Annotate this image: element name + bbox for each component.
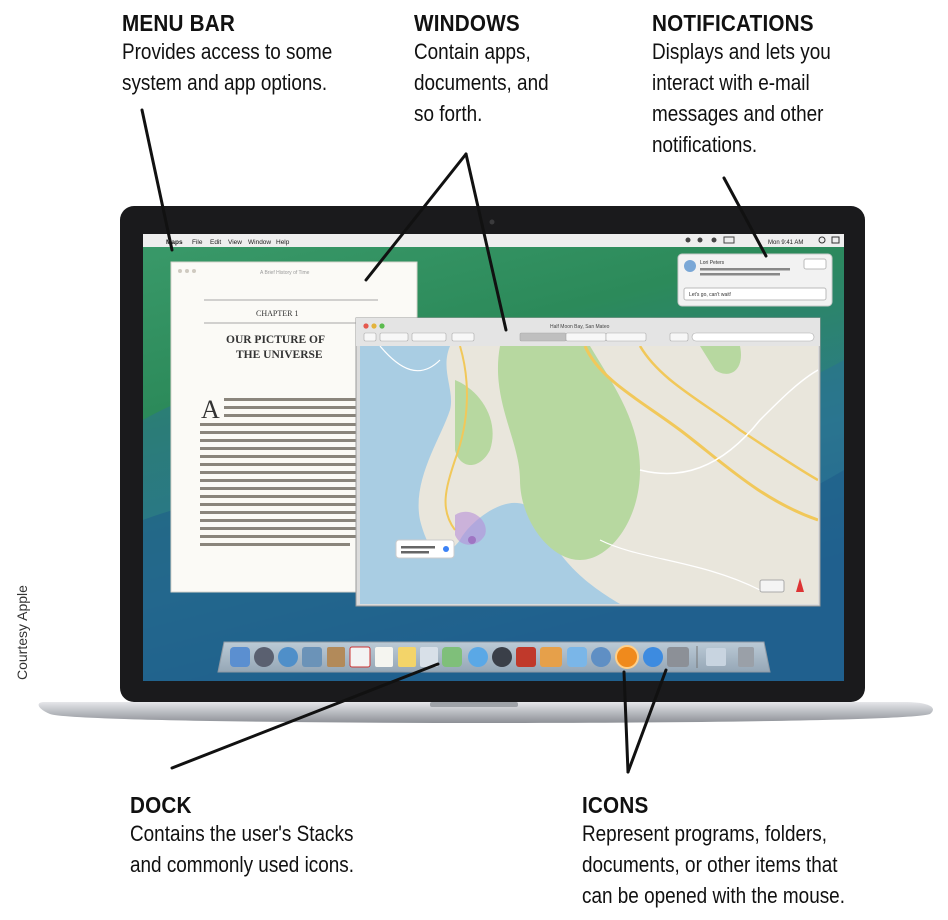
text-line — [200, 527, 356, 530]
window-minimize-button[interactable] — [371, 323, 377, 329]
map-view[interactable] — [360, 346, 818, 604]
maps-window-title: Half Moon Bay, San Mateo — [550, 324, 610, 330]
text-line — [224, 406, 356, 409]
wifi-icon[interactable] — [711, 237, 717, 243]
search-input[interactable] — [691, 332, 815, 342]
finder-icon[interactable] — [230, 647, 250, 667]
text-line — [200, 535, 356, 538]
maps-icon[interactable] — [442, 647, 462, 667]
text-line — [200, 511, 356, 514]
app-icon-highlighted[interactable] — [615, 645, 639, 669]
zoom-control[interactable] — [759, 579, 785, 593]
laptop-hinge-notch — [430, 702, 518, 707]
text-line — [224, 398, 356, 401]
menu-item-file[interactable]: File — [192, 239, 203, 246]
text-line — [224, 414, 356, 417]
location-button[interactable] — [363, 332, 377, 342]
tab-satellite[interactable] — [605, 332, 647, 342]
text-line — [401, 551, 429, 554]
trash-icon[interactable] — [738, 647, 754, 667]
book-title-line: OUR PICTURE OF — [226, 334, 325, 346]
text-line — [200, 471, 356, 474]
maps-toolbar-buttons[interactable] — [363, 332, 815, 342]
text-line — [700, 273, 780, 276]
share-button[interactable] — [451, 332, 475, 342]
text-line — [200, 543, 350, 546]
reply-input-text: Let's go, can't wait! — [689, 292, 731, 298]
notification-sender: Lori Peters — [700, 260, 725, 266]
text-line — [200, 447, 356, 450]
status-icon[interactable] — [697, 237, 703, 243]
camera-icon — [489, 219, 495, 225]
menu-item-help[interactable]: Help — [276, 239, 290, 246]
drop-cap: A — [201, 395, 220, 424]
window-zoom-button[interactable] — [379, 323, 385, 329]
status-icon[interactable] — [685, 237, 691, 243]
menubar-clock[interactable]: Mon 9:41 AM — [768, 240, 803, 246]
text-line — [200, 487, 356, 490]
directions-button[interactable] — [411, 332, 447, 342]
tab-standard[interactable] — [519, 332, 567, 342]
menu-item-view[interactable]: View — [228, 239, 242, 246]
maps-toolbar — [356, 318, 820, 346]
info-icon[interactable] — [443, 546, 449, 552]
laptop-illustration: Maps File Edit View Window Help Mon 9:41… — [38, 108, 933, 774]
menu-item-edit[interactable]: Edit — [210, 239, 221, 246]
text-line — [401, 546, 435, 549]
notes-icon[interactable] — [398, 647, 416, 667]
window-zoom-button[interactable] — [192, 269, 196, 273]
window-close-button[interactable] — [178, 269, 182, 273]
photo-booth-icon[interactable] — [516, 647, 536, 667]
calendar-icon[interactable] — [349, 646, 371, 668]
tab-hybrid[interactable] — [565, 332, 607, 342]
text-line — [200, 423, 356, 426]
text-line — [200, 479, 356, 482]
mail-icon[interactable] — [302, 647, 322, 667]
window-close-button[interactable] — [363, 323, 369, 329]
text-line — [200, 439, 356, 442]
itunes-icon[interactable] — [567, 647, 587, 667]
menu-item-window[interactable]: Window — [248, 239, 271, 246]
ibooks-icon[interactable] — [591, 647, 611, 667]
contacts-icon[interactable] — [327, 647, 345, 667]
text-line — [200, 519, 356, 522]
messages-icon[interactable] — [468, 647, 488, 667]
system-preferences-icon[interactable] — [667, 647, 689, 667]
photos-icon[interactable] — [540, 647, 562, 667]
folder-icon[interactable] — [706, 648, 726, 666]
text-line — [200, 495, 356, 498]
launchpad-icon[interactable] — [254, 647, 274, 667]
view-3d-button[interactable] — [379, 332, 409, 342]
window-minimize-button[interactable] — [185, 269, 189, 273]
text-line — [200, 503, 356, 506]
reminders-icon[interactable] — [375, 647, 393, 667]
book-title-line: THE UNIVERSE — [236, 349, 323, 361]
book-header: A Brief History of Time — [260, 270, 310, 276]
facetime-icon[interactable] — [492, 647, 512, 667]
app-store-icon[interactable] — [643, 647, 663, 667]
text-line — [200, 431, 356, 434]
text-line — [200, 463, 356, 466]
reply-button[interactable] — [803, 258, 827, 270]
text-line — [700, 268, 790, 271]
chapter-label: CHAPTER 1 — [256, 309, 298, 318]
avatar — [684, 260, 696, 272]
text-line — [200, 455, 356, 458]
safari-icon[interactable] — [278, 647, 298, 667]
info-button[interactable] — [669, 332, 689, 342]
